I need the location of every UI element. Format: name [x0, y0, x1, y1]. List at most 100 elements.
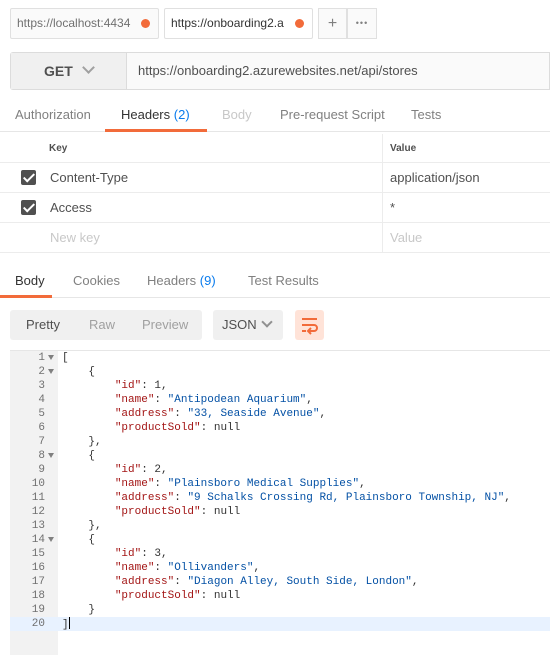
code-line: 20] [10, 617, 550, 631]
code-line: 16 "name": "Ollivanders", [10, 561, 550, 575]
code-text: "productSold": null [114, 506, 241, 518]
code-line: 12 "productSold": null [10, 505, 550, 519]
code-text: "id": 1, [114, 380, 168, 392]
new-key-input[interactable]: New key [50, 223, 100, 252]
text-cursor [68, 617, 70, 629]
line-number: 8 [38, 450, 45, 462]
table-header-row: Key Value [0, 134, 550, 163]
code-line: 15 "id": 3, [10, 547, 550, 561]
column-divider [382, 134, 383, 162]
line-number: 15 [31, 548, 45, 560]
tab-label: Headers [121, 107, 171, 122]
line-number: 12 [31, 506, 45, 518]
response-body-editor[interactable]: 1[2 {3 "id": 1, 4 "name": "Antipodean Aqu… [10, 350, 550, 655]
code-text: "address": "9 Schalks Crossing Rd, Plain… [114, 492, 511, 504]
chevron-down-icon [82, 61, 95, 74]
unsaved-dot-icon [141, 19, 150, 28]
tab-label: Cookies [73, 273, 120, 288]
wrap-lines-icon [302, 318, 318, 335]
request-tabs: Authorization Headers (2) Body Pre-reque… [0, 100, 550, 132]
line-number: 14 [31, 534, 45, 546]
tab-label: Test Results [248, 273, 319, 288]
tab-count: (2) [173, 107, 190, 122]
header-key-field[interactable]: Content-Type [50, 163, 128, 192]
column-divider [382, 193, 383, 222]
tab-tests[interactable]: Tests [411, 107, 441, 122]
json-value: null [213, 422, 241, 434]
code-line: 18 "productSold": null [10, 589, 550, 603]
tab-label: Authorization [15, 107, 91, 122]
new-tab-button[interactable]: + [318, 8, 347, 39]
format-label: JSON [222, 317, 257, 332]
header-value-field[interactable]: * [390, 193, 395, 222]
code-line: 7 }, [10, 435, 550, 449]
chevron-down-icon [261, 316, 273, 328]
json-value: 2 [154, 464, 162, 476]
fold-toggle-icon[interactable] [48, 537, 54, 542]
code-text: }, [62, 520, 102, 532]
more-tabs-button[interactable]: ••• [347, 8, 377, 39]
more-icon: ••• [355, 18, 369, 28]
json-key: "id" [114, 548, 142, 560]
header-enabled-checkbox[interactable] [21, 200, 36, 215]
fold-toggle-icon[interactable] [48, 355, 54, 360]
line-number: 9 [38, 464, 45, 476]
line-number: 4 [38, 394, 45, 406]
tab-authorization[interactable]: Authorization [15, 107, 91, 122]
wrap-lines-button[interactable] [295, 310, 324, 340]
tab-headers[interactable]: Headers (2) [121, 107, 190, 122]
tab-label: Pre-request Script [280, 107, 385, 122]
request-tab-onboarding[interactable]: https://onboarding2.a [164, 8, 313, 39]
line-number: 19 [31, 604, 45, 616]
view-mode-group: Pretty Raw Preview [10, 310, 202, 340]
tab-cookies[interactable]: Cookies [73, 273, 120, 288]
code-text: "name": "Ollivanders", [114, 562, 261, 574]
fold-toggle-icon[interactable] [48, 369, 54, 374]
url-bar: GET https://onboarding2.azurewebsites.ne… [10, 52, 550, 90]
header-value-field[interactable]: application/json [390, 163, 480, 192]
tab-response-headers[interactable]: Headers (9) [147, 273, 216, 288]
code-line: 6 "productSold": null [10, 421, 550, 435]
headers-table: Key Value Content-Type application/json … [0, 134, 550, 253]
format-select[interactable]: JSON [213, 310, 283, 340]
tab-count: (9) [199, 273, 216, 288]
line-number: 16 [31, 562, 45, 574]
request-tab-localhost[interactable]: https://localhost:4434 [10, 8, 159, 39]
tab-pre-request-script[interactable]: Pre-request Script [280, 107, 385, 122]
json-value: "Diagon Alley, South Side, London" [187, 576, 412, 588]
tab-test-results[interactable]: Test Results [248, 273, 319, 288]
code-line: 11 "address": "9 Schalks Crossing Rd, Pl… [10, 491, 550, 505]
json-key: "id" [114, 380, 142, 392]
method-label: GET [44, 63, 73, 79]
line-number: 17 [31, 576, 45, 588]
table-row-new: New key Value [0, 223, 550, 253]
header-enabled-checkbox[interactable] [21, 170, 36, 185]
new-value-input[interactable]: Value [390, 223, 422, 252]
code-line: 19 } [10, 603, 550, 617]
tab-label: Body [222, 107, 252, 122]
code-text: "name": "Plainsboro Medical Supplies", [114, 478, 366, 490]
tab-body[interactable]: Body [222, 107, 252, 122]
column-divider [382, 163, 383, 192]
code-line: 4 "name": "Antipodean Aquarium", [10, 393, 550, 407]
json-key: "name" [114, 394, 155, 406]
line-number: 5 [38, 408, 45, 420]
json-value: null [213, 506, 241, 518]
table-row: Access * [0, 193, 550, 223]
response-tabs: Body Cookies Headers (9) Test Results [0, 266, 550, 298]
code-line: 17 "address": "Diagon Alley, South Side,… [10, 575, 550, 589]
method-select[interactable]: GET [11, 53, 127, 89]
tab-response-body[interactable]: Body [15, 273, 45, 288]
pretty-button[interactable]: Pretty [26, 310, 60, 340]
line-number: 7 [38, 436, 45, 448]
code-text: { [62, 450, 96, 462]
json-value: "9 Schalks Crossing Rd, Plainsboro Towns… [187, 492, 505, 504]
preview-button[interactable]: Preview [142, 310, 188, 340]
url-input[interactable]: https://onboarding2.azurewebsites.net/ap… [138, 53, 418, 89]
fold-toggle-icon[interactable] [48, 453, 54, 458]
header-key-field[interactable]: Access [50, 193, 92, 222]
code-text: ] [62, 617, 70, 631]
table-row: Content-Type application/json [0, 163, 550, 193]
json-key: "productSold" [114, 422, 201, 434]
raw-button[interactable]: Raw [89, 310, 115, 340]
